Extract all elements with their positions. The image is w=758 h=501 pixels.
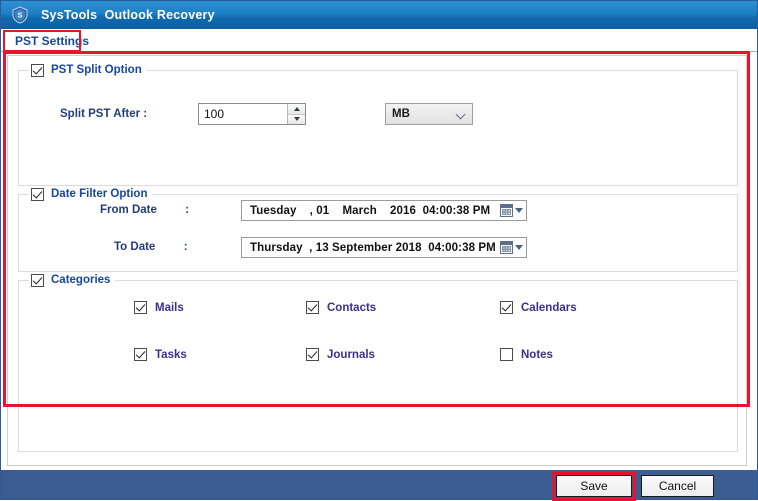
- shield-badge-icon: S: [11, 6, 29, 24]
- group-header-date-filter: Date Filter Option: [29, 186, 152, 202]
- group-title-date-filter: Date Filter Option: [51, 188, 147, 200]
- tab-pst-settings[interactable]: PST Settings: [7, 31, 97, 51]
- group-header-categories: Categories: [29, 272, 115, 288]
- from-date-colon: :: [185, 204, 189, 216]
- label-to-date: To Date :: [114, 241, 188, 253]
- settings-content-area: PST Split Option Split PST After : 100 M…: [7, 55, 747, 466]
- save-button[interactable]: Save: [556, 475, 632, 497]
- label-contacts: Contacts: [327, 302, 376, 314]
- checkbox-contacts[interactable]: [306, 301, 319, 314]
- checkbox-pst-split-option[interactable]: [31, 64, 44, 77]
- calendar-icon: [500, 241, 513, 254]
- checkbox-row-journals[interactable]: Journals: [306, 348, 375, 361]
- checkbox-row-tasks[interactable]: Tasks: [134, 348, 187, 361]
- label-calendars: Calendars: [521, 302, 577, 314]
- window-title: SysTools Outlook Recovery: [41, 8, 215, 22]
- checkbox-notes[interactable]: [500, 348, 513, 361]
- triangle-down-icon: [515, 208, 523, 213]
- chevron-down-icon: [457, 110, 466, 119]
- to-date-colon: :: [184, 241, 188, 253]
- label-from-date: From Date :: [100, 204, 189, 216]
- svg-text:S: S: [18, 13, 23, 20]
- group-header-pst-split: PST Split Option: [29, 62, 147, 78]
- from-date-value: Tuesday , 01 March 2016 04:00:38 PM: [250, 205, 490, 217]
- from-date-text: From Date: [100, 204, 157, 216]
- checkbox-tasks[interactable]: [134, 348, 147, 361]
- input-from-date[interactable]: Tuesday , 01 March 2016 04:00:38 PM: [241, 200, 527, 221]
- tab-label: PST Settings: [15, 34, 89, 48]
- application-window: S SysTools Outlook Recovery PST Settings…: [0, 0, 758, 500]
- group-categories: Categories: [18, 280, 738, 452]
- triangle-down-icon: [515, 245, 523, 250]
- checkbox-row-notes[interactable]: Notes: [500, 348, 553, 361]
- stepper-up-button[interactable]: [288, 104, 305, 115]
- group-pst-split-option: PST Split Option: [18, 70, 738, 186]
- checkbox-row-mails[interactable]: Mails: [134, 301, 184, 314]
- group-title-categories: Categories: [51, 274, 110, 286]
- checkbox-calendars[interactable]: [500, 301, 513, 314]
- split-size-value: 100: [199, 104, 287, 124]
- triangle-up-icon: [294, 107, 300, 111]
- checkbox-date-filter-option[interactable]: [31, 188, 44, 201]
- split-size-stepper[interactable]: [287, 104, 305, 124]
- title-bar: S SysTools Outlook Recovery: [1, 1, 757, 29]
- label-mails: Mails: [155, 302, 184, 314]
- to-date-text: To Date: [114, 241, 155, 253]
- to-date-value: Thursday , 13 September 2018 04:00:38 PM: [250, 242, 496, 254]
- label-tasks: Tasks: [155, 349, 187, 361]
- checkbox-categories[interactable]: [31, 274, 44, 287]
- input-to-date[interactable]: Thursday , 13 September 2018 04:00:38 PM: [241, 237, 527, 258]
- triangle-down-icon: [294, 117, 300, 121]
- footer-bar: Save Cancel: [1, 470, 757, 499]
- checkbox-row-calendars[interactable]: Calendars: [500, 301, 577, 314]
- stepper-down-button[interactable]: [288, 115, 305, 125]
- cancel-button-label: Cancel: [659, 479, 696, 493]
- tab-strip: PST Settings: [1, 29, 757, 52]
- calendar-icon: [500, 204, 513, 217]
- dropdown-split-unit[interactable]: MB: [385, 103, 473, 125]
- save-button-label: Save: [580, 479, 607, 493]
- split-unit-value: MB: [392, 108, 410, 120]
- input-split-size[interactable]: 100: [198, 103, 306, 125]
- from-date-picker-button[interactable]: [500, 204, 523, 217]
- label-journals: Journals: [327, 349, 375, 361]
- cancel-button[interactable]: Cancel: [641, 475, 714, 497]
- group-title-pst-split: PST Split Option: [51, 64, 142, 76]
- checkbox-mails[interactable]: [134, 301, 147, 314]
- label-split-pst-after: Split PST After :: [60, 108, 147, 120]
- to-date-picker-button[interactable]: [500, 241, 523, 254]
- label-notes: Notes: [521, 349, 553, 361]
- checkbox-row-contacts[interactable]: Contacts: [306, 301, 376, 314]
- checkbox-journals[interactable]: [306, 348, 319, 361]
